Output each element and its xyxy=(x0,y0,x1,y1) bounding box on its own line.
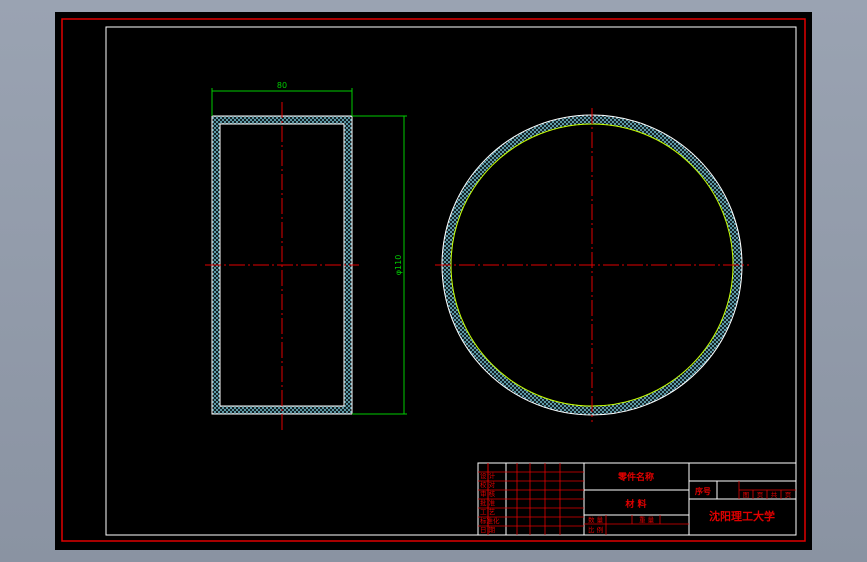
tb-sheet-label-1: 图 xyxy=(743,491,750,499)
tb-part-name: 零件名称 xyxy=(617,471,654,483)
tb-material: 材 料 xyxy=(624,498,646,510)
tb-quantity: 数 量 xyxy=(588,515,604,524)
dimension-height-label: φ110 xyxy=(394,255,403,276)
dimension-width-label: 80 xyxy=(277,81,287,90)
drawing-sheet: 80 φ110 设 计 校 对 审 核 批 准 工 艺 标准化 日 期 零件名称… xyxy=(55,12,812,550)
tb-sheet-label-4: 页 xyxy=(785,491,792,499)
tb-label-date: 日 期 xyxy=(480,526,496,534)
tb-scale: 比 例 xyxy=(588,525,603,534)
front-view xyxy=(435,107,755,427)
tb-school: 沈阳理工大学 xyxy=(709,509,775,523)
tb-label-review: 审 核 xyxy=(480,489,496,498)
tb-sheet-label-2: 页 xyxy=(757,491,764,499)
title-block: 设 计 校 对 审 核 批 准 工 艺 标准化 日 期 零件名称 材 料 数 量… xyxy=(477,462,797,536)
tb-label-check: 校 对 xyxy=(480,480,496,489)
tb-label-standard: 标准化 xyxy=(480,516,500,525)
tb-label-process: 工 艺 xyxy=(480,508,496,516)
cad-drawing: 80 φ110 设 计 校 对 审 核 批 准 工 艺 标准化 日 期 零件名称… xyxy=(61,18,806,542)
tb-label-design: 设 计 xyxy=(480,471,496,480)
side-view xyxy=(205,102,359,430)
tb-sheet-label-3: 共 xyxy=(771,490,778,499)
dimension-height: φ110 xyxy=(352,115,407,415)
tb-serial: 序号 xyxy=(695,486,711,496)
tb-label-approve: 批 准 xyxy=(480,498,496,507)
tb-weight: 重 量 xyxy=(639,516,655,524)
